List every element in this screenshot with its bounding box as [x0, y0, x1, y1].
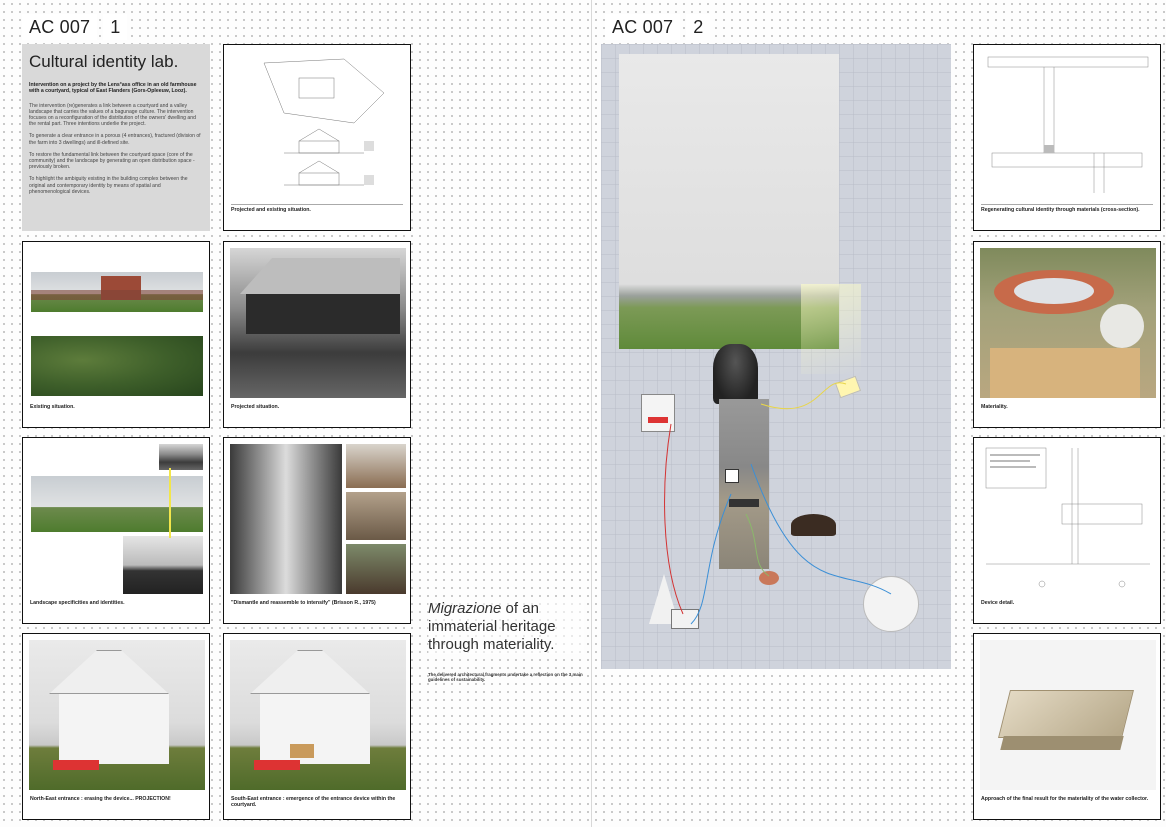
wood-detail-photo: [346, 492, 406, 540]
corridor-photo: [230, 444, 342, 594]
migrazione-note: The delivered architectural fragments un…: [428, 672, 583, 683]
board-code: AC 007: [605, 14, 681, 40]
valley-landscape-photo: [31, 476, 203, 532]
intro-panel: Cultural identity lab. Intervention on a…: [22, 44, 210, 231]
card-final-result[interactable]: Approach of the final result for the mat…: [973, 633, 1161, 820]
card-device-detail[interactable]: Device detail.: [973, 437, 1161, 624]
card-cross-section[interactable]: Regenerating cultural identity through m…: [973, 44, 1161, 231]
card-caption: Projected and existing situation.: [231, 207, 311, 213]
board-number: 1: [103, 14, 128, 40]
intro-paragraph: To generate a clear entrance in a porous…: [29, 133, 201, 146]
card-caption: Device detail.: [981, 600, 1015, 606]
floor-plan-drawing: [263, 58, 385, 186]
projected-situation-photo: [230, 248, 406, 398]
intro-subtitle: Intervention on a project by the Lens°as…: [29, 82, 197, 95]
board-1-header: AC 007 1: [22, 14, 128, 40]
house-model-photo: [29, 640, 205, 790]
board-code: AC 007: [22, 14, 98, 40]
materials-photo: [980, 248, 1156, 398]
card-south-east-entrance[interactable]: South-East entrance : emergence of the e…: [223, 633, 411, 820]
card-north-east-entrance[interactable]: North-East entrance : erasing the device…: [22, 633, 210, 820]
card-caption: Projected situation.: [231, 404, 280, 410]
card-caption: Existing situation.: [30, 404, 75, 410]
migrazione-statement: Migrazione of an immaterial heritage thr…: [428, 600, 584, 654]
card-materiality[interactable]: Materiality.: [973, 241, 1161, 428]
card-caption: South-East entrance : emergence of the e…: [231, 796, 396, 808]
board-2: AC 007 2 Regenerating cultural identity …: [593, 0, 1166, 827]
device-detail-drawing: [985, 447, 1150, 588]
field-bw-photo: [123, 536, 203, 594]
caption-rule: [231, 204, 403, 205]
card-caption: North-East entrance : erasing the device…: [30, 796, 171, 802]
card-dismantle[interactable]: "Dismantle and reassemble to intensify" …: [223, 437, 411, 624]
stone-block-photo: [980, 640, 1156, 790]
card-existing[interactable]: Existing situation.: [22, 241, 210, 428]
card-plans[interactable]: Projected and existing situation.: [223, 44, 411, 231]
intro-title: Cultural identity lab.: [29, 52, 179, 71]
caption-rule: [981, 204, 1153, 205]
house-model-photo: [230, 640, 406, 790]
card-projected[interactable]: Projected situation.: [223, 241, 411, 428]
board-1: AC 007 1 Cultural identity lab. Interven…: [0, 0, 592, 827]
board-number: 2: [686, 14, 711, 40]
garden-photo: [346, 544, 406, 594]
intro-paragraph: The intervention (re)generates a link be…: [29, 102, 196, 128]
card-caption: Landscape specificities and identities.: [30, 600, 125, 606]
collage-grid: [601, 44, 951, 669]
intro-paragraph: To highlight the ambiguity existing in t…: [29, 176, 188, 195]
card-landscape[interactable]: Landscape specificities and identities.: [22, 437, 210, 624]
migrazione-word: Migrazione: [428, 600, 502, 617]
wires-drawing: [664, 382, 892, 625]
card-caption: "Dismantle and reassemble to intensify" …: [231, 600, 376, 606]
barn-photo: [346, 444, 406, 488]
intro-paragraph: To restore the fundamental link between …: [29, 151, 195, 171]
farmhouse-panorama-photo: [31, 272, 203, 312]
aerial-photo: [31, 336, 203, 396]
cross-section-drawing: [987, 56, 1149, 193]
card-caption: Materiality.: [981, 404, 1008, 410]
card-caption: Approach of the final result for the mat…: [981, 796, 1149, 802]
landscape-thumb-photo: [159, 444, 203, 470]
board-2-header: AC 007 2: [605, 14, 711, 40]
card-caption: Regenerating cultural identity through m…: [981, 207, 1140, 213]
